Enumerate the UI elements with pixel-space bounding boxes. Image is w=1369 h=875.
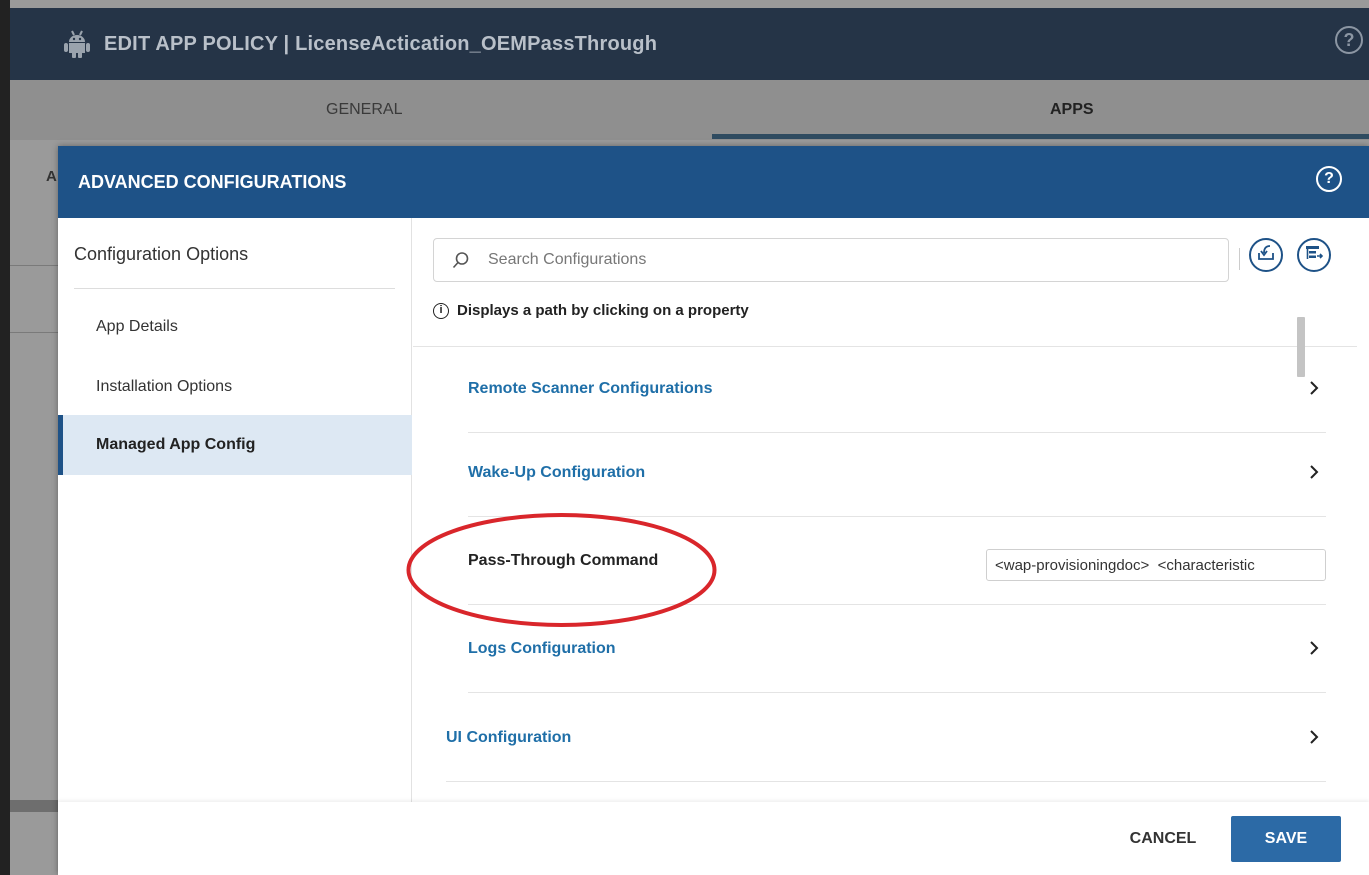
modal-footer: CANCEL SAVE [58,802,1369,875]
page-title: EDIT APP POLICY | LicenseActication_OEMP… [104,32,658,55]
background-divider [10,265,58,266]
info-hint: i Displays a path by clicking on a prope… [433,302,749,319]
chevron-right-icon [1310,381,1319,395]
config-row-ui[interactable]: UI Configuration [446,694,1326,782]
import-button[interactable] [1249,238,1283,272]
help-icon[interactable]: ? [1335,26,1363,54]
tab-apps-underline [712,134,1369,139]
config-row-remote-scanner[interactable]: Remote Scanner Configurations [468,345,1326,433]
chevron-right-icon [1310,730,1319,744]
search-box [433,238,1229,282]
modal-title: ADVANCED CONFIGURATIONS [78,172,347,192]
cancel-button[interactable]: CANCEL [1118,822,1208,856]
pass-through-command-input[interactable] [986,549,1326,581]
sidebar-item-installation-options[interactable]: Installation Options [58,357,412,417]
tab-apps[interactable]: APPS [1050,80,1094,140]
config-row-label: Remote Scanner Configurations [468,380,713,397]
modal-header: ADVANCED CONFIGURATIONS ? [58,146,1369,218]
info-text: Displays a path by clicking on a propert… [457,302,749,319]
toolbar-separator [1239,248,1240,270]
help-icon[interactable]: ? [1316,166,1342,192]
config-row-label: UI Configuration [446,729,572,746]
info-icon: i [433,302,449,319]
search-input[interactable] [488,239,1208,281]
chevron-right-icon [1310,641,1319,655]
background-left-bar [0,0,10,875]
search-icon [452,251,470,269]
config-content: i Displays a path by clicking on a prope… [413,218,1369,802]
sidebar-divider [74,288,395,289]
app-header: EDIT APP POLICY | LicenseActication_OEMP… [10,8,1369,80]
android-icon [64,29,90,59]
sidebar-item-app-details[interactable]: App Details [58,297,412,357]
background-divider [10,332,58,333]
config-row-wake-up[interactable]: Wake-Up Configuration [468,429,1326,517]
background-strip [10,800,58,812]
save-button[interactable]: SAVE [1231,816,1341,862]
highlight-annotation [406,513,717,627]
config-options-sidebar: Configuration Options App Details Instal… [58,218,412,802]
scrollbar-thumb[interactable] [1297,317,1305,377]
expand-all-button[interactable] [1297,238,1331,272]
background-partial-text: A [46,168,57,185]
sidebar-heading: Configuration Options [74,244,249,264]
policy-tabs: GENERAL APPS [10,80,1369,140]
chevron-right-icon [1310,465,1319,479]
import-icon [1256,243,1276,268]
sidebar-item-managed-app-config[interactable]: Managed App Config [58,415,412,475]
config-row-label: Wake-Up Configuration [468,464,646,481]
tab-general[interactable]: GENERAL [326,80,402,140]
expand-icon [1304,243,1324,268]
